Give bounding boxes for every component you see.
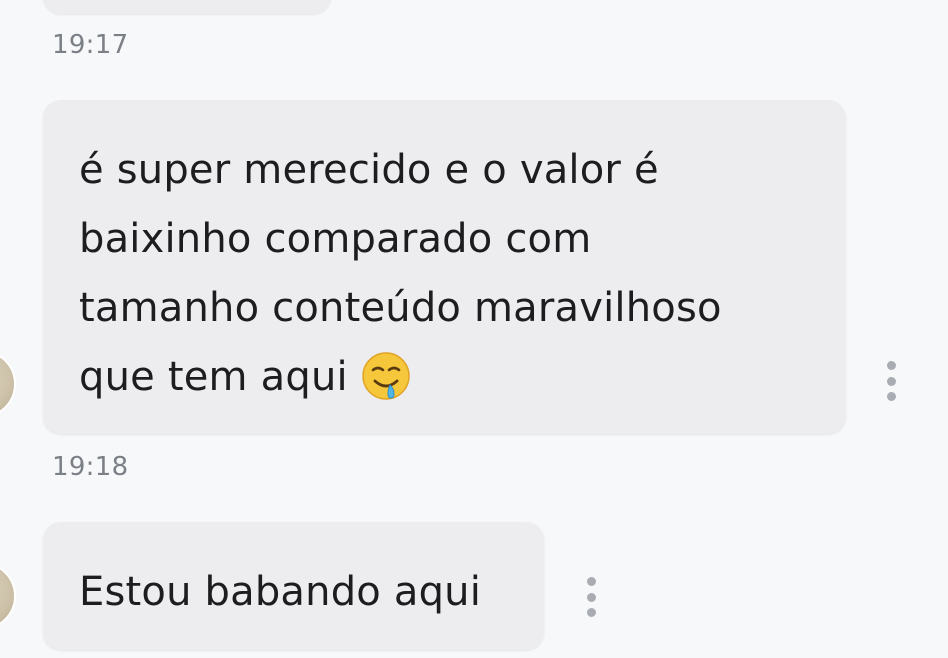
drooling-face-icon [361,352,410,400]
kebab-dot [586,592,596,602]
kebab-dot [586,577,596,586]
message-bubble[interactable]: é super merecido e o valor é baixinho co… [43,100,846,434]
kebab-dot [886,392,896,401]
message-text-container: é super merecido e o valor é baixinho co… [79,136,810,412]
message-options-kebab-icon[interactable] [879,361,903,401]
message-timestamp: 19:17 [52,30,129,60]
message-bubble[interactable]: Estou babando aqui [43,522,544,650]
kebab-dot [886,361,896,370]
message-timestamp: 19:18 [52,452,129,482]
previous-message-bubble[interactable] [43,0,331,14]
chat-conversation: 19:17 é super merecido e o valor é baixi… [0,0,948,658]
kebab-dot [586,608,596,617]
sender-avatar[interactable] [0,562,16,630]
kebab-dot [886,376,896,386]
sender-avatar[interactable] [0,350,16,418]
message-text: Estou babando aqui [79,569,482,615]
message-options-kebab-icon[interactable] [579,577,603,617]
